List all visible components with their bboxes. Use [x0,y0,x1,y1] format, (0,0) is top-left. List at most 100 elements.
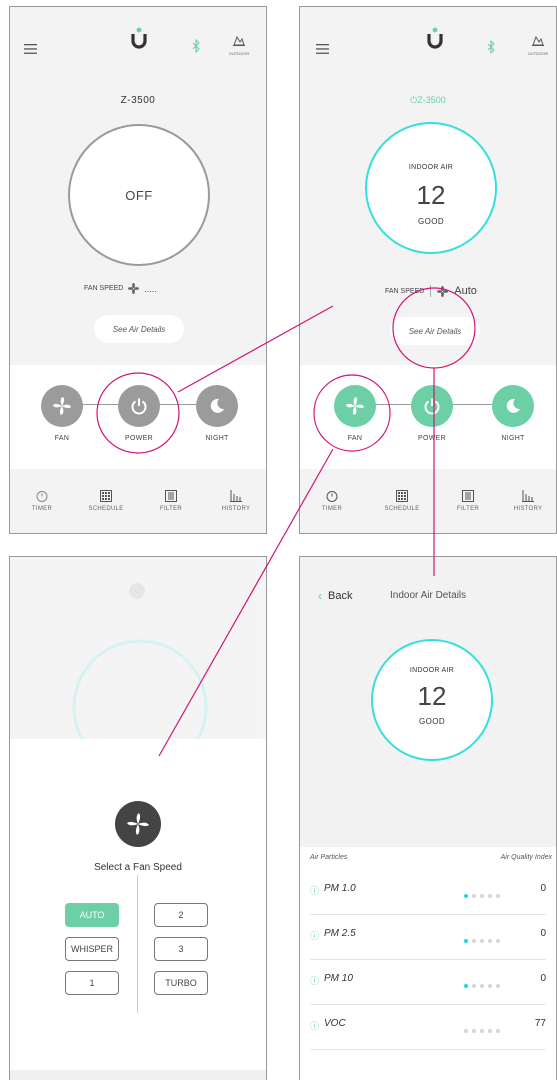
outdoor-button[interactable]: OUTDOOR [223,33,255,56]
fan-speed-value: Auto [454,285,477,297]
power-button[interactable] [411,385,453,427]
info-icon[interactable]: ⓘ [310,884,319,897]
fan-speed-3[interactable]: 3 [154,937,208,961]
fan-label: FAN [347,435,363,442]
fan-speed-2[interactable]: 2 [154,903,208,927]
indoor-label: INDOOR AIR [408,164,454,171]
timer-icon [36,491,48,502]
faded-backdrop [10,557,266,775]
fan-speed-auto[interactable]: AUTO [65,903,119,927]
particle-value: 0 [540,973,546,984]
tab-history[interactable]: HISTORY [498,490,556,512]
control-row: FAN POWER NIGHT [10,365,266,469]
fan-speed-whisper[interactable]: WHISPER [65,937,119,961]
quality-dot [464,894,468,898]
moon-icon [210,398,224,413]
tab-filter-label: FILTER [456,506,480,512]
power-icon [131,398,147,415]
options-divider [137,875,138,1013]
quality-dot [488,1029,492,1033]
screen-power-on: OUTDOOR ⏻Z-3500 INDOOR AIR 12 GOOD FAN S… [299,6,557,534]
chevron-left-icon: ‹ [318,589,322,603]
particle-row: ⓘ PM 1.0 0 [310,869,546,915]
bluetooth-icon[interactable] [192,38,201,58]
tab-history[interactable]: HISTORY [206,490,266,512]
tab-timer[interactable]: TIMER [302,490,362,512]
air-quality-circle: INDOOR AIR 12 GOOD [371,639,493,761]
fan-speed-prompt: Select a Fan Speed [94,862,182,873]
screen-fan-speed-selector: Select a Fan Speed AUTO WHISPER 1 2 3 TU… [9,556,267,1080]
fan-speed-indicator: FAN SPEED Auto [385,285,505,297]
quality-dots [460,975,500,993]
tab-bar: TIMER SCHEDULE FILTER HISTORY [300,487,556,533]
power-label: POWER [418,435,446,442]
menu-icon[interactable] [316,41,329,59]
fan-label: FAN [54,435,70,442]
back-button[interactable]: ‹ Back [318,589,352,603]
menu-icon[interactable] [24,41,37,59]
power-button[interactable] [118,385,160,427]
tab-filter-label: FILTER [159,506,183,512]
filter-icon [462,490,474,502]
info-icon[interactable]: ⓘ [310,974,319,987]
bottom-strip [10,1070,266,1080]
outdoor-label: OUTDOOR [527,51,549,56]
quality-dot [464,1029,468,1033]
particle-value: 0 [540,883,546,894]
night-button[interactable] [492,385,534,427]
tab-history-label: HISTORY [221,506,251,512]
tab-history-label: HISTORY [513,506,543,512]
screen-indoor-air-details: ‹ Back Indoor Air Details INDOOR AIR 12 … [299,556,557,1080]
power-icon [424,398,440,415]
logo-icon [427,27,443,54]
filter-icon [165,490,177,502]
screen-power-off: OUTDOOR Z-3500 OFF FAN SPEED ..... See A… [9,6,267,534]
tab-schedule[interactable]: SCHEDULE [372,490,432,512]
quality-text: GOOD [418,717,446,726]
quality-dot [488,894,492,898]
faded-background-icons [72,583,208,775]
fan-icon [346,397,364,415]
bluetooth-icon[interactable] [487,39,496,59]
info-icon[interactable]: ⓘ [310,1019,319,1032]
fan-button[interactable] [41,385,83,427]
fan-small-icon [128,283,140,294]
device-name: Z-3500 [120,95,156,106]
fan-button[interactable] [334,385,376,427]
device-name: ⏻Z-3500 [300,95,556,106]
quality-dot [496,1029,500,1033]
outdoor-button[interactable]: OUTDOOR [522,33,554,56]
tab-filter[interactable]: FILTER [438,490,498,512]
particle-name: PM 1.0 [324,883,356,894]
fan-speed-1[interactable]: 1 [65,971,119,995]
quality-dot [480,939,484,943]
page-title: Indoor Air Details [390,590,467,601]
fan-speed-value: ..... [144,283,157,294]
fan-icon [53,397,71,415]
tab-timer[interactable]: TIMER [12,490,72,512]
night-button[interactable] [196,385,238,427]
outdoor-label: OUTDOOR [228,51,250,56]
fan-small-icon [437,285,449,297]
quality-dot [464,984,468,988]
particle-row: ⓘ PM 2.5 0 [310,914,546,960]
history-icon [522,490,534,502]
control-row: FAN POWER NIGHT [300,365,556,469]
fan-speed-turbo[interactable]: TURBO [154,971,208,995]
tab-filter[interactable]: FILTER [141,490,201,512]
tab-schedule-label: SCHEDULE [88,506,124,512]
power-label: POWER [125,435,153,442]
particle-row: ⓘ VOC 77 [310,1004,546,1050]
tab-schedule[interactable]: SCHEDULE [76,490,136,512]
quality-dots [460,1020,500,1038]
see-air-details-button[interactable]: See Air Details [390,317,480,345]
quality-dot [480,894,484,898]
see-air-details-button[interactable]: See Air Details [94,315,184,343]
quality-dots [460,885,500,903]
tab-bar: TIMER SCHEDULE FILTER HISTORY [10,487,266,533]
calendar-icon [396,490,408,502]
info-icon[interactable]: ⓘ [310,929,319,942]
col-right-header: Air Quality Index [500,854,552,861]
quality-dot [496,894,500,898]
fan-speed-label: FAN SPEED [84,285,124,292]
